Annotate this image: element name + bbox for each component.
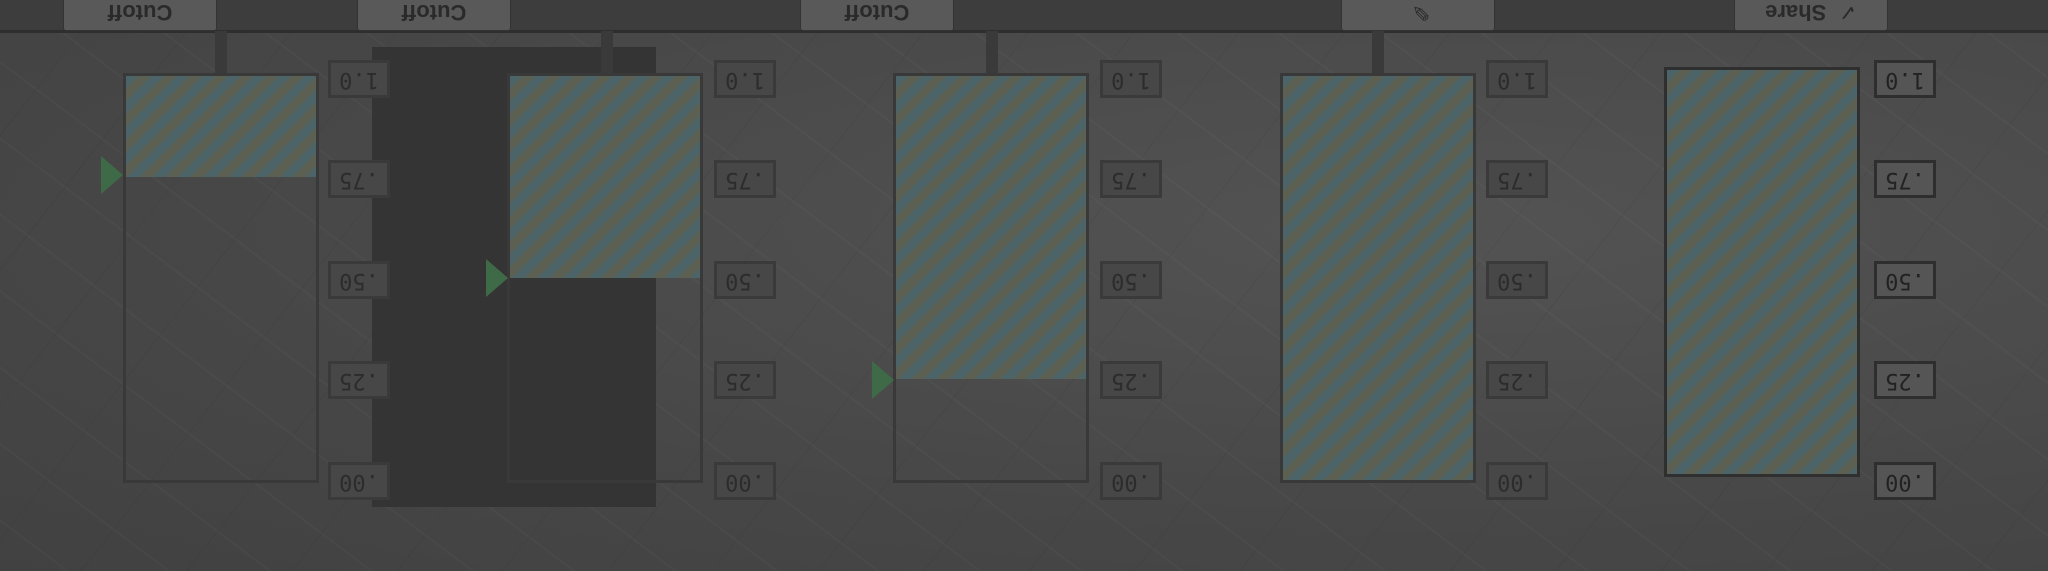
gauge-3-scale-label: 1.0: [1100, 60, 1162, 98]
gauge-1-cutoff-marker[interactable]: [101, 156, 123, 195]
gauge-4-scale-label: 1.0: [1486, 60, 1548, 98]
gauge-2-tank[interactable]: [507, 73, 703, 483]
gauge-5-tank[interactable]: [1664, 67, 1860, 477]
edit-button[interactable]: ✎: [1341, 0, 1495, 31]
gauge-panel: Cutoff Cutoff Cutoff ✎ ✓ Share 1.0 .75 .…: [0, 0, 2048, 571]
gauge-5-scale-label: .50: [1874, 261, 1936, 299]
gauge-2-stem: [601, 31, 613, 73]
gauge-2-scale-label: .25: [714, 361, 776, 399]
gauge-2-scale-label: .50: [714, 261, 776, 299]
gauge-3-stem: [986, 31, 998, 73]
gauge-1-scale-label: .00: [328, 462, 390, 500]
pencil-icon: ✎: [1411, 0, 1431, 25]
gauge-2-cutoff-marker[interactable]: [486, 259, 508, 297]
gauge-5-scale-label: 1.0: [1874, 60, 1936, 98]
gauge-4-scale-label: .25: [1486, 361, 1548, 399]
gauge-2-scale-label: .75: [714, 160, 776, 198]
gauge-1-scale-label: .25: [328, 361, 390, 399]
gauge-5-scale-label: .25: [1874, 361, 1936, 399]
gauge-3-fill: [896, 76, 1086, 379]
gauge-1-scale-label: 1.0: [328, 60, 390, 98]
gauge-2-fill: [510, 76, 700, 278]
cutoff-button-3[interactable]: Cutoff: [800, 0, 954, 31]
cutoff-button-2[interactable]: Cutoff: [357, 0, 511, 31]
gauge-3-tank[interactable]: [893, 73, 1089, 483]
share-button-label: Share: [1765, 0, 1827, 25]
gauge-1-scale-label: .50: [328, 261, 390, 299]
share-button[interactable]: ✓ Share: [1734, 0, 1888, 31]
gauge-1-stem: [215, 31, 227, 73]
gauge-3-cutoff-marker[interactable]: [872, 361, 894, 400]
gauge-4-tank[interactable]: [1280, 73, 1476, 483]
gauge-3-scale-label: .50: [1100, 261, 1162, 299]
gauge-4-scale-label: .00: [1486, 462, 1548, 500]
gauge-5-scale-label: .75: [1874, 160, 1936, 198]
gauge-2-scale-label: 1.0: [714, 60, 776, 98]
gauge-2-scale-label: .00: [714, 462, 776, 500]
gauge-4-scale-label: .50: [1486, 261, 1548, 299]
gauge-1-scale-label: .75: [328, 160, 390, 198]
gauge-4-scale-label: .75: [1486, 160, 1548, 198]
gauge-1-fill: [126, 76, 316, 177]
gauge-3-scale-label: .75: [1100, 160, 1162, 198]
gauge-5-fill: [1667, 70, 1857, 474]
gauge-5-scale-label: .00: [1874, 462, 1936, 500]
gauge-4-stem: [1372, 31, 1384, 73]
gauge-3-scale-label: .25: [1100, 361, 1162, 399]
check-icon: ✓: [1838, 0, 1857, 25]
cutoff-button-1[interactable]: Cutoff: [63, 0, 217, 31]
gauge-4-fill: [1283, 76, 1473, 480]
gauge-3-scale-label: .00: [1100, 462, 1162, 500]
gauge-1-tank[interactable]: [123, 73, 319, 483]
